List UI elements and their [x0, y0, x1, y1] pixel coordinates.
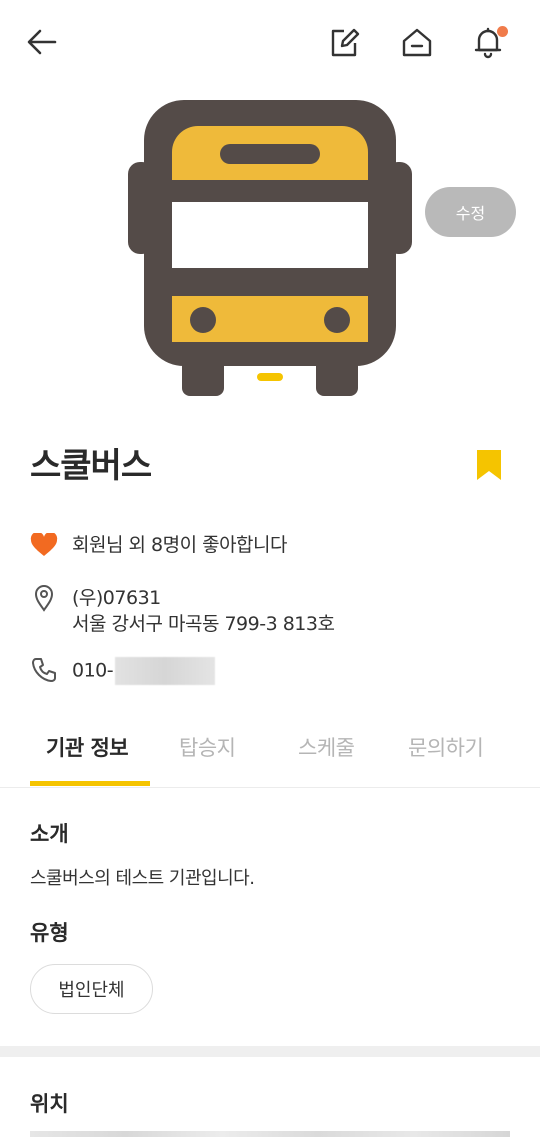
top-bar [0, 0, 540, 82]
back-button[interactable] [20, 20, 64, 64]
bookmark-button[interactable] [477, 450, 501, 484]
phone-icon [30, 657, 62, 683]
carousel-indicator [257, 373, 283, 381]
home-icon [402, 28, 432, 57]
tab-inquiry[interactable]: 문의하기 [408, 732, 484, 762]
notification-dot [497, 26, 508, 37]
phone-redacted [115, 657, 216, 685]
likes-text: 회원님 외 8명이 좋아합니다 [72, 534, 288, 556]
type-chip: 법인단체 [30, 964, 153, 1014]
location-heading: 위치 [30, 1092, 69, 1116]
edit-icon [331, 28, 360, 57]
tab-schedule[interactable]: 스케줄 [298, 732, 355, 762]
active-tab-indicator [30, 781, 150, 786]
hero-image-area: 수정 [0, 82, 540, 412]
tab-boarding-spots[interactable]: 탑승지 [179, 732, 236, 762]
location-map[interactable] [30, 1131, 510, 1137]
likes-row[interactable]: 회원님 외 8명이 좋아합니다 [30, 532, 288, 558]
location-pin-icon [30, 585, 62, 612]
modify-button[interactable]: 수정 [425, 187, 516, 237]
school-bus-icon [128, 100, 412, 396]
home-button[interactable] [395, 20, 439, 64]
bookmark-icon [477, 450, 501, 480]
intro-text: 스쿨버스의 테스트 기관입니다. [30, 868, 255, 889]
heart-icon [30, 532, 62, 558]
intro-heading: 소개 [30, 822, 69, 846]
type-heading: 유형 [30, 921, 69, 945]
phone-row[interactable]: 010- [30, 657, 216, 685]
tab-bar: 기관 정보 탑승지 스케줄 문의하기 [0, 720, 540, 788]
arrow-left-icon [27, 29, 57, 55]
tab-organization-info[interactable]: 기관 정보 [46, 732, 129, 762]
phone-prefix: 010- [72, 659, 114, 682]
edit-button[interactable] [322, 20, 366, 64]
address-row: (우)07631 서울 강서구 마곡동 799-3 813호 [30, 585, 335, 637]
postal-code: (우)07631 [72, 587, 161, 609]
organization-name: 스쿨버스 [30, 446, 152, 486]
section-divider [0, 1046, 540, 1057]
address-text: 서울 강서구 마곡동 799-3 813호 [72, 613, 335, 635]
